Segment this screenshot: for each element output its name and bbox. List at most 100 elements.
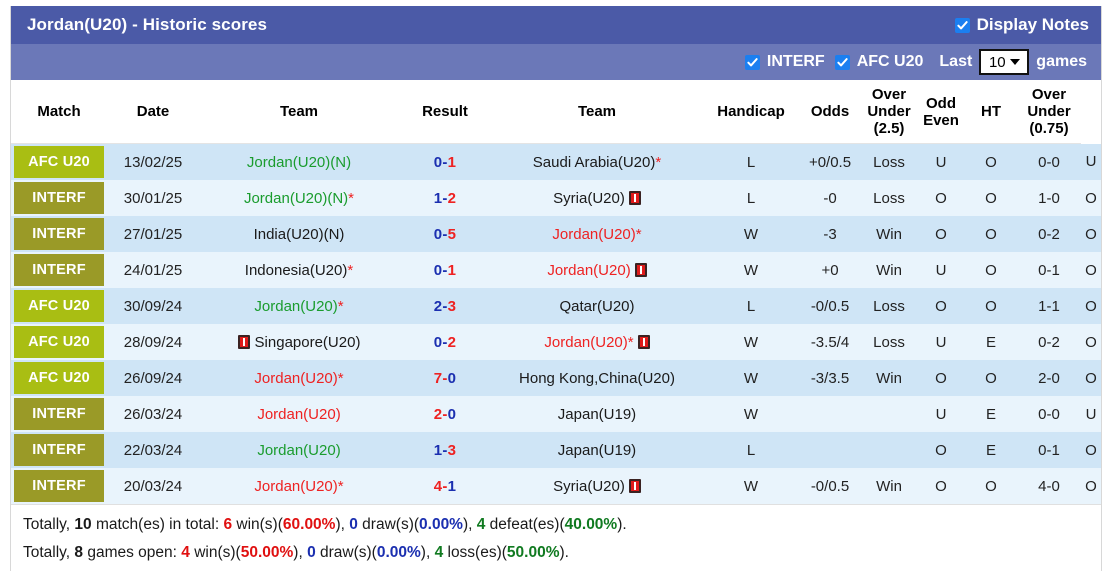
s2-wins: 4 (181, 544, 190, 561)
table-row[interactable]: INTERF20/03/24Jordan(U20)*4-1Syria(U20)W… (11, 468, 1101, 504)
team-name: India(U20)(N) (254, 226, 345, 243)
table-row[interactable]: INTERF26/03/24Jordan(U20)2-0Japan(U19)WU… (11, 396, 1101, 432)
cell-match-type[interactable]: INTERF (11, 180, 107, 216)
cell-away-team[interactable]: Saudi Arabia(U20)* (491, 144, 703, 181)
cell-halftime-score: 0-1 (1017, 252, 1081, 288)
col-over-under-075[interactable]: Over Under (0.75) (1017, 80, 1081, 144)
cell-score[interactable]: 2-0 (399, 396, 491, 432)
col-over-under-25[interactable]: Over Under (2.5) (861, 80, 917, 144)
table-row[interactable]: INTERF22/03/24Jordan(U20)1-3Japan(U19)LO… (11, 432, 1101, 468)
col-home-team[interactable]: Team (199, 80, 399, 144)
cell-score[interactable]: 0-5 (399, 216, 491, 252)
afc-u20-checkbox[interactable] (835, 55, 850, 70)
cell-odd-even: O (965, 360, 1017, 396)
cell-match-type[interactable]: AFC U20 (11, 324, 107, 360)
filter-afc-u20[interactable]: AFC U20 (835, 53, 924, 71)
cell-handicap (799, 396, 861, 432)
cell-halftime-score: 0-0 (1017, 396, 1081, 432)
cell-over-under-25: U (917, 324, 965, 360)
games-count-select[interactable]: 10 (979, 49, 1029, 75)
cell-away-team[interactable]: Japan(U19) (491, 396, 703, 432)
display-notes-toggle[interactable]: Display Notes (955, 15, 1089, 35)
table-row[interactable]: AFC U2026/09/24Jordan(U20)*7-0Hong Kong,… (11, 360, 1101, 396)
summary-line-open: Totally, 8 games open: 4 win(s)(50.00%),… (21, 539, 1091, 567)
col-handicap[interactable]: Handicap (703, 80, 799, 144)
cell-over-under-075: O (1081, 324, 1101, 360)
cell-score[interactable]: 0-1 (399, 252, 491, 288)
cell-match-type[interactable]: INTERF (11, 468, 107, 504)
team-name: Jordan(U20) (552, 226, 635, 243)
cell-home-team[interactable]: Indonesia(U20)* (199, 252, 399, 288)
panel-titlebar: Jordan(U20) - Historic scores Display No… (11, 6, 1101, 44)
cell-halftime-score: 0-2 (1017, 324, 1081, 360)
team-name: Japan(U19) (558, 442, 636, 459)
cell-score[interactable]: 1-3 (399, 432, 491, 468)
cell-away-team[interactable]: Jordan(U20)* (491, 324, 703, 360)
s1-t4: ), (335, 516, 349, 533)
col-match[interactable]: Match (11, 80, 107, 144)
col-date[interactable]: Date (107, 80, 199, 144)
cell-halftime-score: 1-0 (1017, 180, 1081, 216)
cell-over-under-075: O (1081, 432, 1101, 468)
table-row[interactable]: INTERF24/01/25Indonesia(U20)*0-1Jordan(U… (11, 252, 1101, 288)
cell-match-type[interactable]: AFC U20 (11, 144, 107, 181)
cell-home-team[interactable]: Jordan(U20)* (199, 468, 399, 504)
cell-match-type[interactable]: INTERF (11, 252, 107, 288)
cell-home-team[interactable]: Jordan(U20)* (199, 288, 399, 324)
cell-score[interactable]: 4-1 (399, 468, 491, 504)
cell-handicap: -0/0.5 (799, 468, 861, 504)
cell-away-team[interactable]: Syria(U20) (491, 468, 703, 504)
col-odds[interactable]: Odds (799, 80, 861, 144)
cell-home-team[interactable]: Jordan(U20)* (199, 360, 399, 396)
col-result[interactable]: Result (399, 80, 491, 144)
cell-score[interactable]: 0-2 (399, 324, 491, 360)
cell-home-team[interactable]: Jordan(U20)(N)* (199, 180, 399, 216)
cell-home-team[interactable]: India(U20)(N) (199, 216, 399, 252)
cell-over-under-25: O (917, 360, 965, 396)
cell-home-team[interactable]: Jordan(U20) (199, 432, 399, 468)
cell-away-team[interactable]: Qatar(U20) (491, 288, 703, 324)
table-header-row: Match Date Team Result Team Handicap Odd… (11, 80, 1101, 144)
cell-score[interactable]: 0-1 (399, 144, 491, 181)
cell-score[interactable]: 7-0 (399, 360, 491, 396)
cell-match-type[interactable]: INTERF (11, 216, 107, 252)
col-away-team[interactable]: Team (491, 80, 703, 144)
cell-away-team[interactable]: Jordan(U20) (491, 252, 703, 288)
competition-badge: INTERF (14, 254, 104, 286)
table-row[interactable]: AFC U2028/09/24Singapore(U20)0-2Jordan(U… (11, 324, 1101, 360)
cell-match-type[interactable]: INTERF (11, 396, 107, 432)
table-row[interactable]: INTERF27/01/25India(U20)(N)0-5Jordan(U20… (11, 216, 1101, 252)
filter-interf[interactable]: INTERF (745, 53, 825, 71)
cell-date: 26/03/24 (107, 396, 199, 432)
cell-away-team[interactable]: Jordan(U20)* (491, 216, 703, 252)
asterisk-marker: * (338, 478, 344, 495)
cell-match-type[interactable]: AFC U20 (11, 360, 107, 396)
cell-away-team[interactable]: Japan(U19) (491, 432, 703, 468)
col-ht[interactable]: HT (965, 80, 1017, 144)
table-row[interactable]: INTERF30/01/25Jordan(U20)(N)*1-2Syria(U2… (11, 180, 1101, 216)
cell-odds (861, 432, 917, 468)
cell-match-type[interactable]: AFC U20 (11, 288, 107, 324)
interf-checkbox[interactable] (745, 55, 760, 70)
cell-date: 30/01/25 (107, 180, 199, 216)
cell-halftime-score: 0-2 (1017, 216, 1081, 252)
cell-score[interactable]: 2-3 (399, 288, 491, 324)
cell-result: W (703, 360, 799, 396)
cell-match-type[interactable]: INTERF (11, 432, 107, 468)
col-odd-even[interactable]: Odd Even (917, 80, 965, 144)
table-row[interactable]: AFC U2030/09/24Jordan(U20)*2-3Qatar(U20)… (11, 288, 1101, 324)
cell-away-team[interactable]: Hong Kong,China(U20) (491, 360, 703, 396)
display-notes-checkbox[interactable] (955, 18, 970, 33)
s1-t7: defeat(es)( (485, 516, 564, 533)
historic-scores-table: Match Date Team Result Team Handicap Odd… (11, 80, 1101, 504)
team-name: Jordan(U20) (257, 406, 340, 423)
cell-score[interactable]: 1-2 (399, 180, 491, 216)
cell-home-team[interactable]: Jordan(U20) (199, 396, 399, 432)
cell-home-team[interactable]: Jordan(U20)(N) (199, 144, 399, 181)
filter-bar: INTERF AFC U20 Last 10 games (11, 44, 1101, 80)
s2-t3: win(s)( (190, 544, 241, 561)
table-row[interactable]: AFC U2013/02/25Jordan(U20)(N)0-1Saudi Ar… (11, 144, 1101, 181)
chevron-down-icon (1010, 59, 1020, 65)
cell-home-team[interactable]: Singapore(U20) (199, 324, 399, 360)
cell-away-team[interactable]: Syria(U20) (491, 180, 703, 216)
